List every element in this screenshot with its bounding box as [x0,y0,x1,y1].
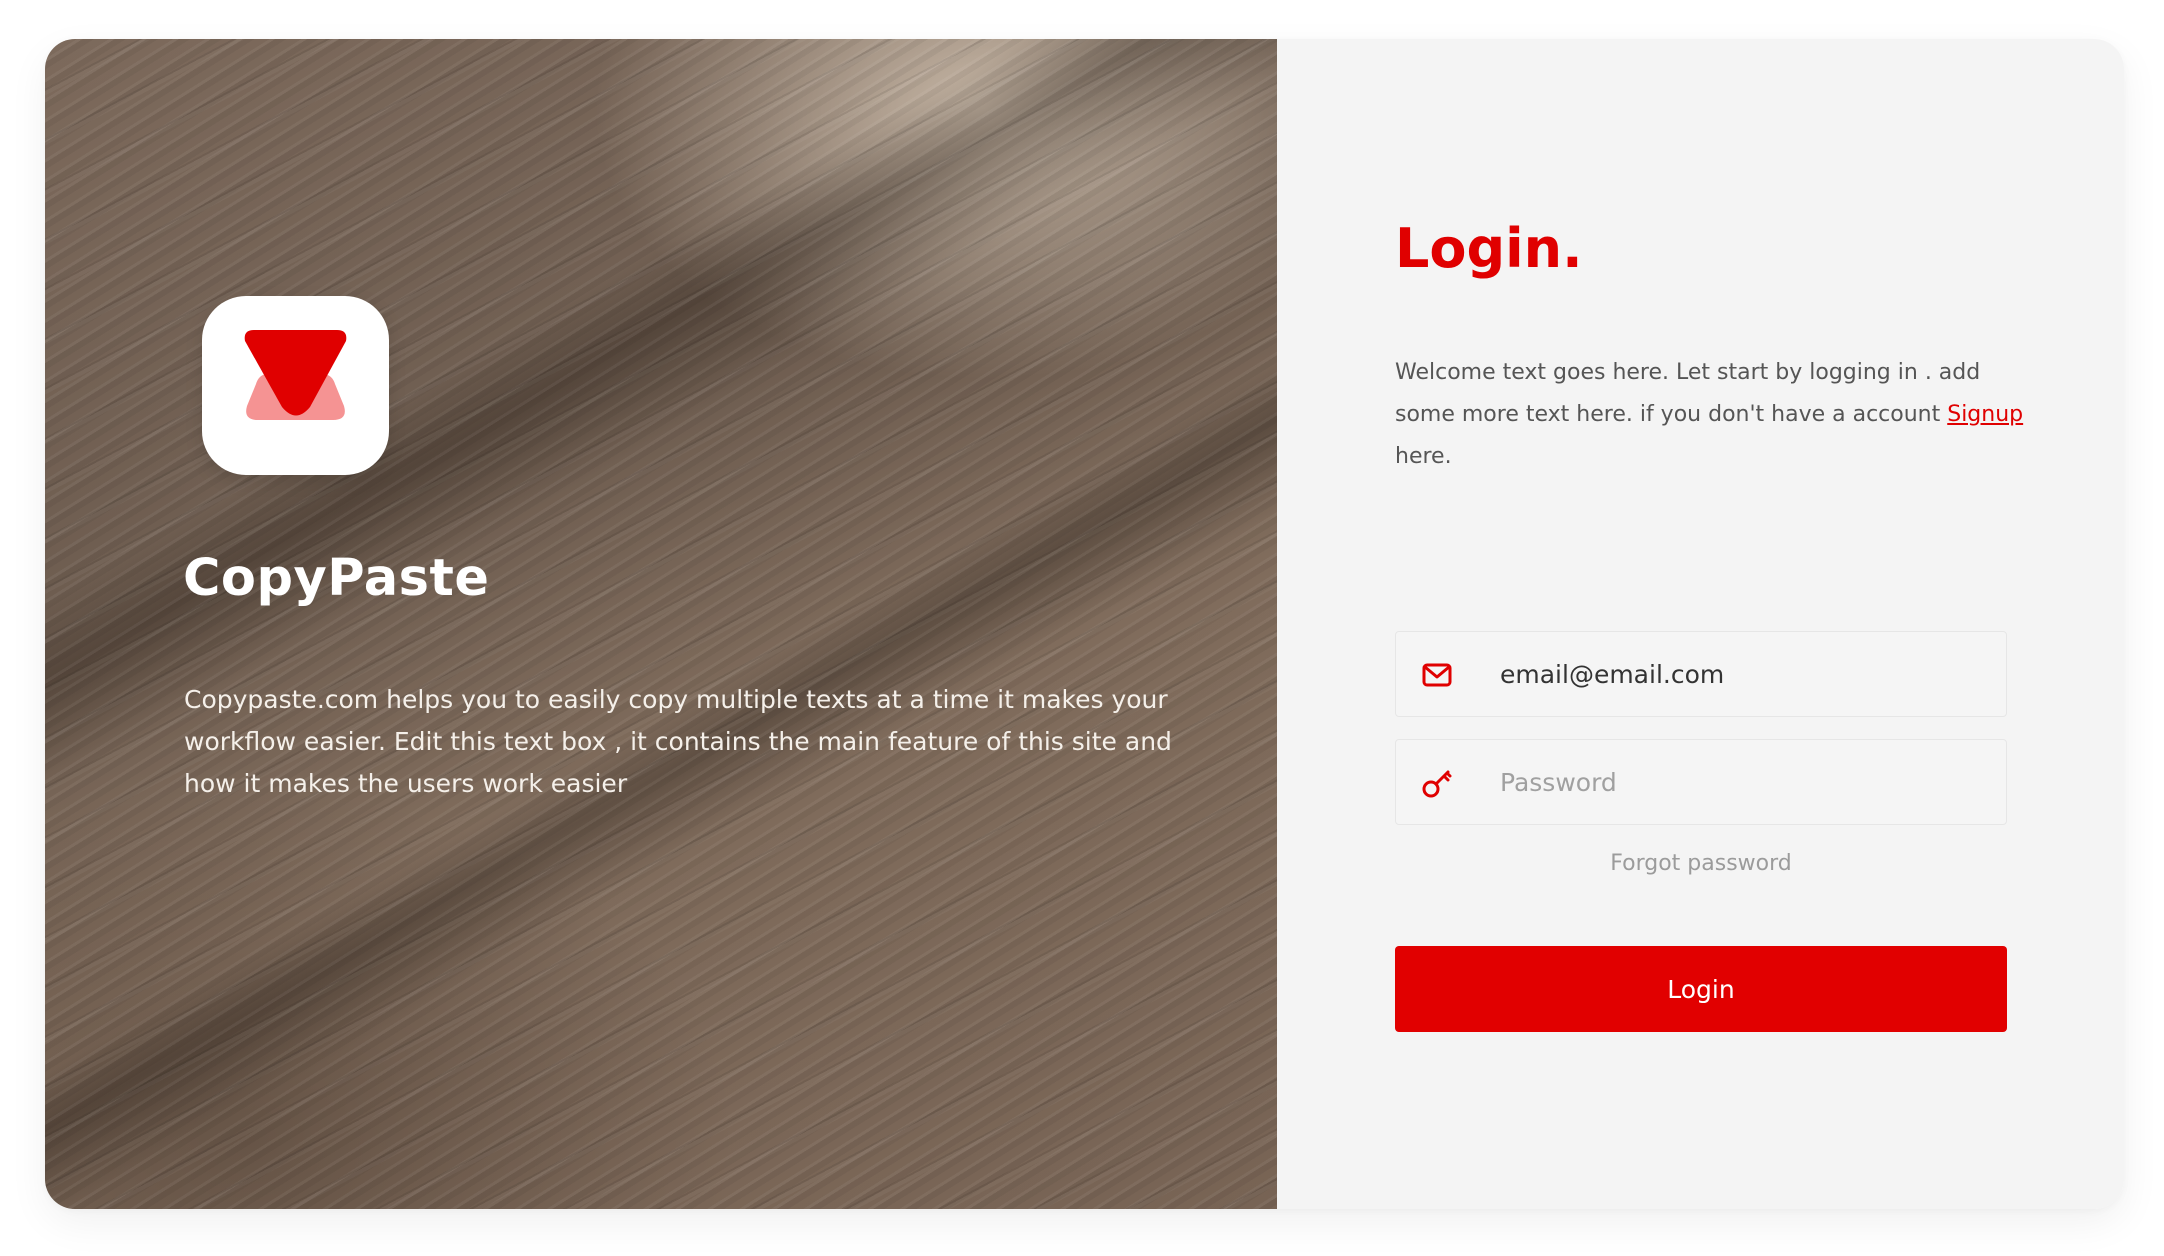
brand-name: CopyPaste [183,549,490,608]
key-icon [1422,770,1452,798]
mail-icon [1422,663,1452,687]
password-field[interactable] [1500,740,1986,824]
welcome-text: Welcome text goes here. Let start by log… [1395,352,2025,478]
login-card: CopyPaste Copypaste.com helps you to eas… [45,39,2124,1209]
page-title: Login. [1395,217,1583,280]
welcome-text-end: here. [1395,444,1452,469]
password-field-container [1395,739,2007,825]
app-logo [202,296,389,475]
signup-link[interactable]: Signup [1947,402,2023,427]
brand-description: Copypaste.com helps you to easily copy m… [184,685,1172,798]
email-field-container [1395,631,2007,717]
login-panel: Login. Welcome text goes here. Let start… [1277,39,2124,1209]
hero-panel: CopyPaste Copypaste.com helps you to eas… [45,39,1277,1209]
copypaste-logo-icon [244,330,347,420]
forgot-password-link[interactable]: Forgot password [1395,851,2007,876]
email-field[interactable] [1500,632,1986,716]
welcome-text-start: Welcome text goes here. Let start by log… [1395,360,1981,427]
login-button[interactable]: Login [1395,946,2007,1032]
